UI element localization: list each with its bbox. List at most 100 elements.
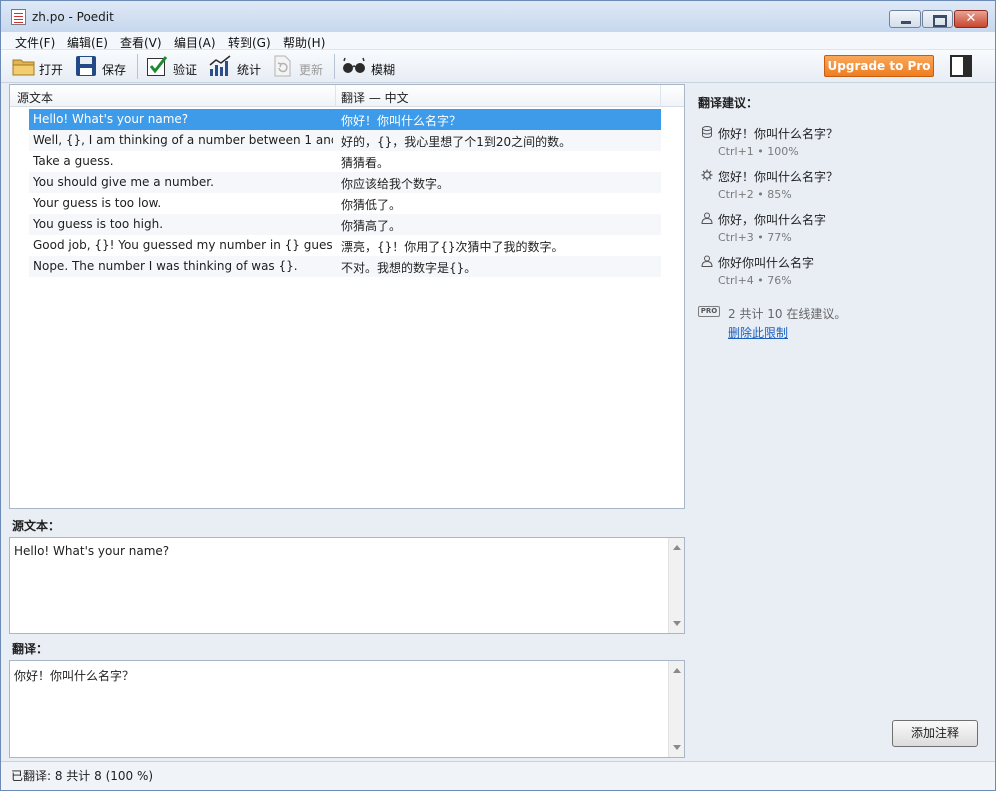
string-list: 源文本 翻译 — 中文 Hello! What's your name? 你好！… <box>9 84 685 509</box>
person-icon <box>701 255 713 267</box>
update-label: 更新 <box>299 63 324 77</box>
fuzzy-label: 模糊 <box>371 63 396 77</box>
suggestion-text: 您好！你叫什么名字？ <box>718 170 839 184</box>
row-source: Hello! What's your name? <box>33 112 189 126</box>
suggestion-item[interactable]: 您好！你叫什么名字？ Ctrl+2 • 85% <box>698 168 988 208</box>
toolbar: 打开 保存 验证 统计 更新 模糊 Upgrade to Pro <box>1 50 995 83</box>
list-row[interactable]: Hello! What's your name? 你好！你叫什么名字？ <box>29 109 661 130</box>
person-icon <box>701 212 713 224</box>
suggestion-item[interactable]: 你好，你叫什么名字 Ctrl+3 • 77% <box>698 211 988 251</box>
column-divider <box>335 85 336 107</box>
row-translation: 好的，{}，我心里想了个1到20之间的数。 <box>341 135 572 149</box>
row-source: You should give me a number. <box>33 175 214 189</box>
suggestions-title: 翻译建议： <box>698 96 759 110</box>
row-source: Nope. The number I was thinking of was {… <box>33 259 298 273</box>
poedit-app-icon <box>11 9 26 25</box>
scroll-down-icon[interactable] <box>673 745 681 750</box>
database-icon <box>702 126 712 138</box>
fuzzy-button[interactable]: 模糊 <box>342 54 398 80</box>
scroll-up-icon[interactable] <box>673 668 681 673</box>
row-source: Well, {}, I am thinking of a number betw… <box>33 133 333 147</box>
row-translation: 你好！你叫什么名字？ <box>341 114 462 128</box>
suggestions-sidebar: 翻译建议： 你好！你叫什么名字？ Ctrl+1 • 100% 您好！你叫什么名字… <box>688 84 994 759</box>
suggestion-text: 你好！你叫什么名字？ <box>718 127 839 141</box>
validate-button[interactable]: 验证 <box>146 54 202 80</box>
suggestion-text: 你好，你叫什么名字 <box>718 213 827 227</box>
toolbar-separator <box>137 54 138 79</box>
suggestion-item[interactable]: 你好！你叫什么名字？ Ctrl+1 • 100% <box>698 125 988 165</box>
translation-scrollbar[interactable] <box>668 661 684 757</box>
bar-chart-icon <box>209 55 231 76</box>
scroll-down-icon[interactable] <box>673 621 681 626</box>
menu-edit[interactable]: 编辑(E) <box>67 34 108 51</box>
checkbox-check-icon <box>147 56 168 76</box>
gear-icon <box>701 169 713 181</box>
folder-icon <box>12 59 35 76</box>
list-row[interactable]: You should give me a number. 你应该给我个数字。 <box>29 172 661 193</box>
online-suggestions-limit-text: 2 共计 10 在线建议。 <box>728 307 847 321</box>
upgrade-to-pro-button[interactable]: Upgrade to Pro <box>824 55 934 77</box>
window-title: zh.po - Poedit <box>32 10 114 24</box>
menu-help[interactable]: 帮助(H) <box>283 34 325 51</box>
save-button[interactable]: 保存 <box>75 54 131 80</box>
translation-text-box[interactable]: 你好！你叫什么名字？ <box>9 660 685 758</box>
suggestion-meta: Ctrl+2 • 85% <box>718 188 792 201</box>
list-row[interactable]: Well, {}, I am thinking of a number betw… <box>29 130 661 151</box>
list-row[interactable]: Your guess is too low. 你猜低了。 <box>29 193 661 214</box>
list-row[interactable]: You guess is too high. 你猜高了。 <box>29 214 661 235</box>
source-text: Hello! What's your name? <box>14 544 170 558</box>
status-bar: 已翻译: 8 共计 8 (100 %) <box>1 761 995 790</box>
menu-catalog[interactable]: 编目(A) <box>174 34 216 51</box>
status-text: 已翻译: 8 共计 8 (100 %) <box>11 769 154 783</box>
validate-label: 验证 <box>173 63 198 77</box>
suggestion-meta: Ctrl+4 • 76% <box>718 274 792 287</box>
source-scrollbar[interactable] <box>668 538 684 633</box>
title-bar[interactable]: zh.po - Poedit ✕ <box>1 1 995 32</box>
floppy-disk-icon <box>76 56 96 76</box>
column-divider <box>660 85 661 107</box>
suggestion-item[interactable]: 你好你叫什么名字 Ctrl+4 • 76% <box>698 254 988 294</box>
list-row[interactable]: Good job, {}! You guessed my number in {… <box>29 235 661 256</box>
source-text-box[interactable]: Hello! What's your name? <box>9 537 685 634</box>
list-row[interactable]: Nope. The number I was thinking of was {… <box>29 256 661 277</box>
list-header: 源文本 翻译 — 中文 <box>10 85 684 107</box>
refresh-document-icon <box>274 55 291 77</box>
translation-pane-label: 翻译： <box>12 642 49 656</box>
open-button[interactable]: 打开 <box>11 54 67 80</box>
remove-limit-link[interactable]: 删除此限制 <box>728 324 788 341</box>
column-header-source[interactable]: 源文本 <box>17 89 53 106</box>
pro-badge: PRO <box>698 306 720 317</box>
minimize-button[interactable] <box>889 10 921 28</box>
add-comment-button[interactable]: 添加注释 <box>892 720 978 747</box>
row-source: Your guess is too low. <box>33 196 162 210</box>
row-translation: 你猜低了。 <box>341 198 402 212</box>
update-button[interactable]: 更新 <box>272 54 328 80</box>
menu-file[interactable]: 文件(F) <box>15 34 55 51</box>
menu-goto[interactable]: 转到(G) <box>228 34 271 51</box>
row-translation: 你猜高了。 <box>341 219 402 233</box>
suggestion-text: 你好你叫什么名字 <box>718 256 815 270</box>
row-translation: 猜猜看。 <box>341 156 390 170</box>
statistics-button[interactable]: 统计 <box>208 54 264 80</box>
row-source: Good job, {}! You guessed my number in {… <box>33 238 333 252</box>
statistics-label: 统计 <box>237 63 262 77</box>
menu-bar: 文件(F) 编辑(E) 查看(V) 编目(A) 转到(G) 帮助(H) <box>1 32 995 50</box>
row-translation: 漂亮，{}！你用了{}次猜中了我的数字。 <box>341 240 564 254</box>
suggestion-meta: Ctrl+1 • 100% <box>718 145 799 158</box>
glasses-icon <box>343 57 365 73</box>
sidebar-toggle-icon[interactable] <box>950 55 972 77</box>
menu-view[interactable]: 查看(V) <box>120 34 162 51</box>
poedit-window: zh.po - Poedit ✕ 文件(F) 编辑(E) 查看(V) 编目(A)… <box>0 0 996 791</box>
row-source: Take a guess. <box>33 154 114 168</box>
close-button[interactable]: ✕ <box>954 10 988 28</box>
toolbar-separator <box>334 54 335 79</box>
source-pane-label: 源文本： <box>12 519 61 533</box>
list-row[interactable]: Take a guess. 猜猜看。 <box>29 151 661 172</box>
maximize-button[interactable] <box>922 10 953 28</box>
column-header-translation[interactable]: 翻译 — 中文 <box>341 89 409 106</box>
close-icon: ✕ <box>965 11 977 26</box>
translation-text[interactable]: 你好！你叫什么名字？ <box>14 667 134 684</box>
row-translation: 不对。我想的数字是{}。 <box>341 261 477 275</box>
scroll-up-icon[interactable] <box>673 545 681 550</box>
suggestion-meta: Ctrl+3 • 77% <box>718 231 792 244</box>
